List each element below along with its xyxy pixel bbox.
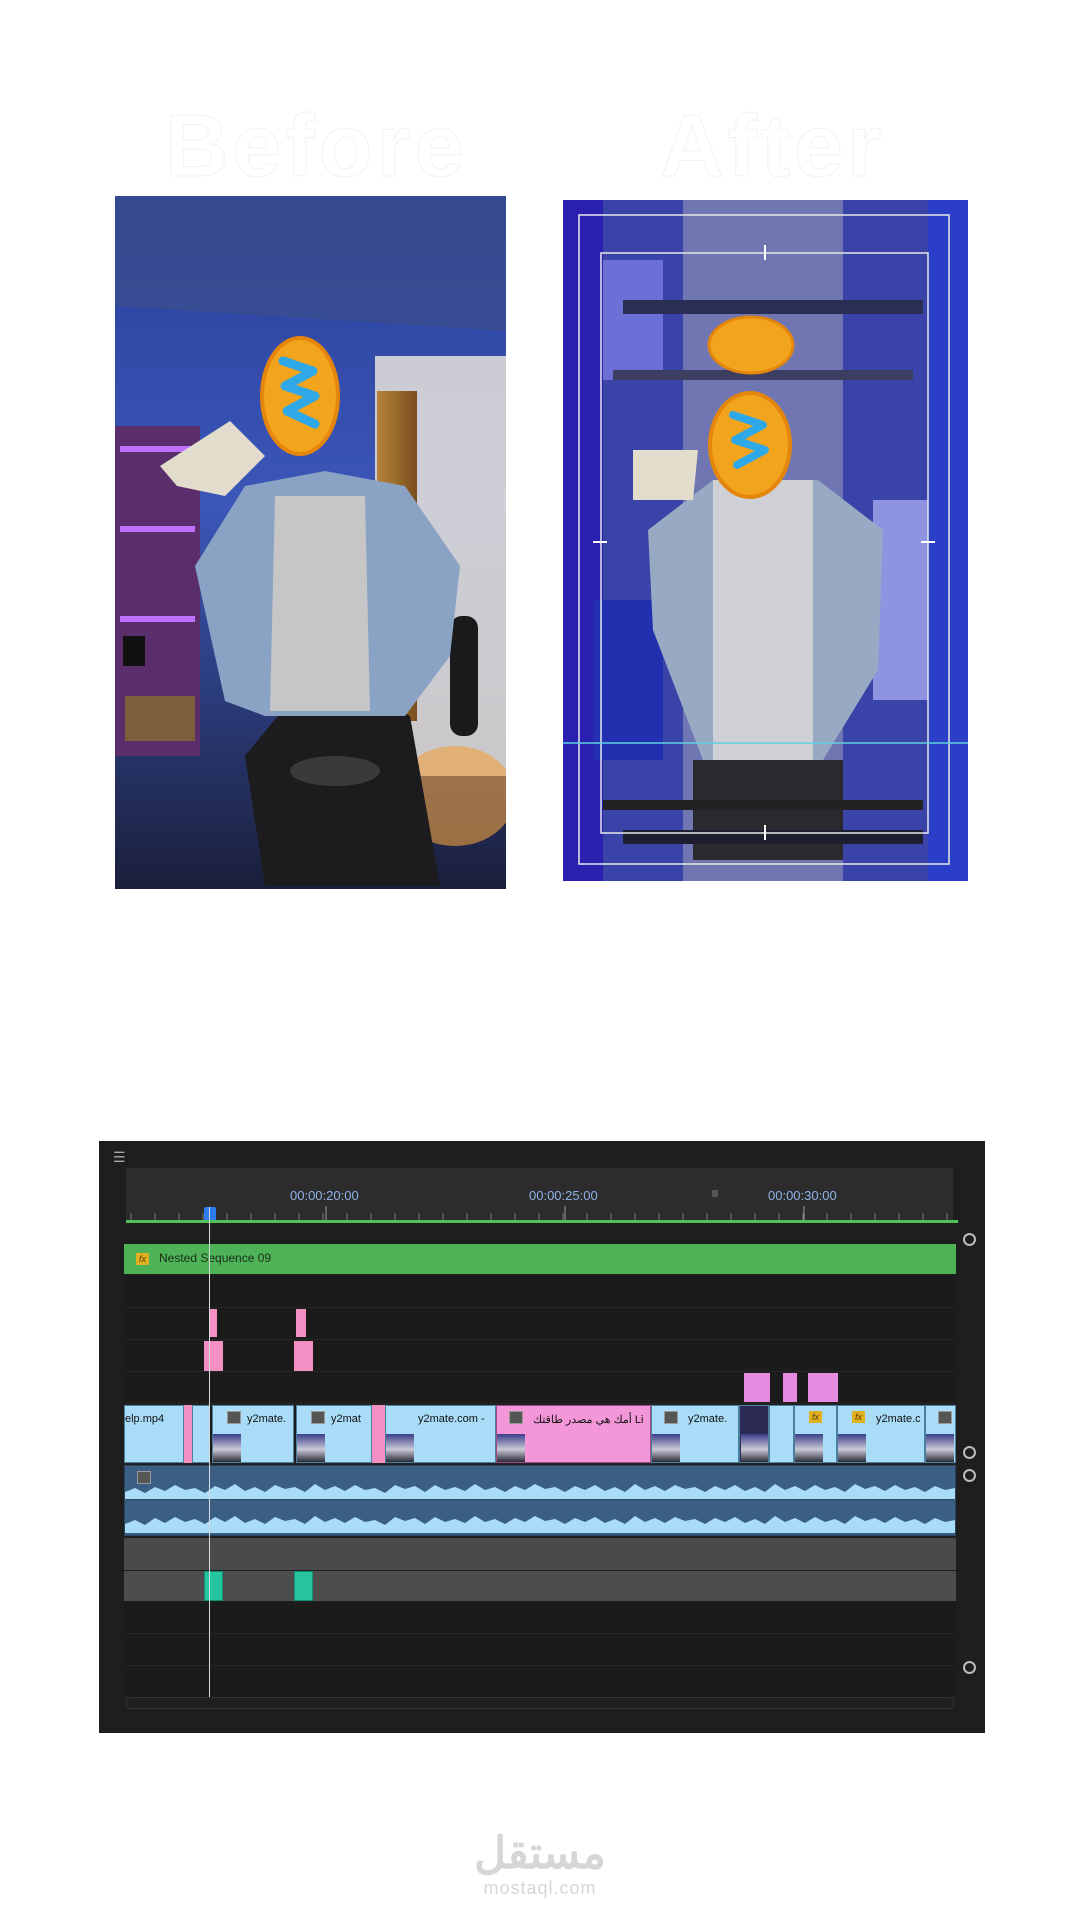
video-clip[interactable]: y2mat: [296, 1405, 372, 1463]
watermark: مستقل mostaql.com: [0, 1830, 1080, 1899]
audio-clip[interactable]: [124, 1465, 956, 1536]
audio-track-empty[interactable]: [124, 1538, 956, 1570]
clip-thumbnail: [795, 1434, 823, 1462]
timeline-panel: ☰ 00:00:20:00 00:00:25:00 00:00:30:00 fx…: [99, 1141, 985, 1733]
fx-badge: fx: [852, 1411, 865, 1423]
work-area-bar[interactable]: [126, 1220, 958, 1223]
nested-sequence-clip[interactable]: fx Nested Sequence 09: [124, 1244, 956, 1274]
clip-thumbnail: [741, 1434, 768, 1462]
audio-waveform: [125, 1484, 955, 1533]
image-icon: [311, 1411, 325, 1424]
sfx-audio-clip[interactable]: [204, 1571, 223, 1601]
overlay-clip[interactable]: [783, 1373, 797, 1402]
clip-label: y2mate.com -: [418, 1413, 485, 1425]
overlay-clip[interactable]: [808, 1373, 838, 1402]
time-ruler[interactable]: 00:00:20:00 00:00:25:00 00:00:30:00: [126, 1168, 953, 1223]
clip-thumbnail: [926, 1434, 954, 1462]
adjustment-clip[interactable]: [296, 1309, 306, 1337]
image-icon: [664, 1411, 678, 1424]
nested-sequence-label: Nested Sequence 09: [159, 1251, 272, 1265]
video-clip[interactable]: y2mate.: [651, 1405, 739, 1463]
hamburger-icon[interactable]: ☰: [113, 1149, 126, 1166]
image-icon: [509, 1411, 523, 1424]
after-title: After: [659, 96, 886, 196]
audio-track-sfx[interactable]: [124, 1571, 956, 1601]
playhead[interactable]: [204, 1207, 216, 1220]
image-icon: [227, 1411, 241, 1424]
adjustment-clip[interactable]: [210, 1309, 217, 1337]
video-clip[interactable]: elp.mp4: [124, 1405, 184, 1463]
video-clip[interactable]: [769, 1405, 794, 1463]
clip-label: y2mate.c: [876, 1413, 921, 1425]
clip-thumbnail: [497, 1434, 525, 1462]
clip-label: elp.mp4: [125, 1413, 165, 1425]
watermark-latin: mostaql.com: [483, 1878, 597, 1898]
clip-label: y2mate.: [688, 1413, 728, 1425]
video-clip[interactable]: y2mate.: [212, 1405, 294, 1463]
clip-label: y2mate.: [247, 1413, 287, 1425]
overlay-clip[interactable]: [744, 1373, 770, 1402]
clip-label: أمك هي مصدر طاقتك Li: [533, 1414, 644, 1426]
clip-thumbnail: [838, 1434, 866, 1462]
audio-track-empty[interactable]: [124, 1602, 956, 1634]
video-clip[interactable]: [192, 1405, 210, 1463]
transition-clip[interactable]: [372, 1405, 385, 1463]
fx-badge: fx: [136, 1253, 149, 1265]
playhead-line: [209, 1207, 210, 1697]
video-clip[interactable]: fx y2mate.c: [837, 1405, 925, 1463]
video-clip[interactable]: [925, 1405, 956, 1463]
adjustment-clip[interactable]: [294, 1341, 313, 1371]
after-image: [563, 200, 968, 881]
horizontal-scrollbar[interactable]: [126, 1697, 954, 1709]
audio-track-empty[interactable]: [124, 1634, 956, 1666]
adjustment-clip[interactable]: [204, 1341, 223, 1371]
sfx-audio-clip[interactable]: [294, 1571, 313, 1601]
vscroll-bottom-handle[interactable]: [963, 1446, 976, 1459]
fx-badge: fx: [809, 1411, 822, 1423]
clip-label: y2mat: [331, 1413, 361, 1425]
video-track-adjust-a[interactable]: [124, 1308, 956, 1340]
video-track-adjust-b[interactable]: [124, 1340, 956, 1372]
video-clip[interactable]: fx: [794, 1405, 837, 1463]
clip-thumbnail: [297, 1434, 325, 1462]
vscroll-top-handle[interactable]: [963, 1233, 976, 1246]
before-title: Before: [165, 96, 468, 196]
audio-track-empty[interactable]: [124, 1666, 956, 1698]
video-clip[interactable]: [739, 1405, 769, 1463]
vscroll-audio-bottom-handle[interactable]: [963, 1661, 976, 1674]
watermark-arabic: مستقل: [474, 1829, 606, 1878]
video-track-empty[interactable]: [124, 1276, 956, 1308]
vscroll-audio-top-handle[interactable]: [963, 1469, 976, 1482]
video-clip[interactable]: y2mate.com -: [385, 1405, 496, 1463]
arabic-title-clip[interactable]: أمك هي مصدر طاقتك Li: [496, 1405, 651, 1463]
transition-clip[interactable]: [184, 1405, 192, 1463]
clip-thumbnail: [652, 1434, 680, 1462]
before-image: [115, 196, 506, 889]
clip-thumbnail: [386, 1434, 414, 1462]
ruler-ticks: [130, 1190, 948, 1220]
clip-thumbnail: [213, 1434, 241, 1462]
image-icon: [938, 1411, 952, 1424]
